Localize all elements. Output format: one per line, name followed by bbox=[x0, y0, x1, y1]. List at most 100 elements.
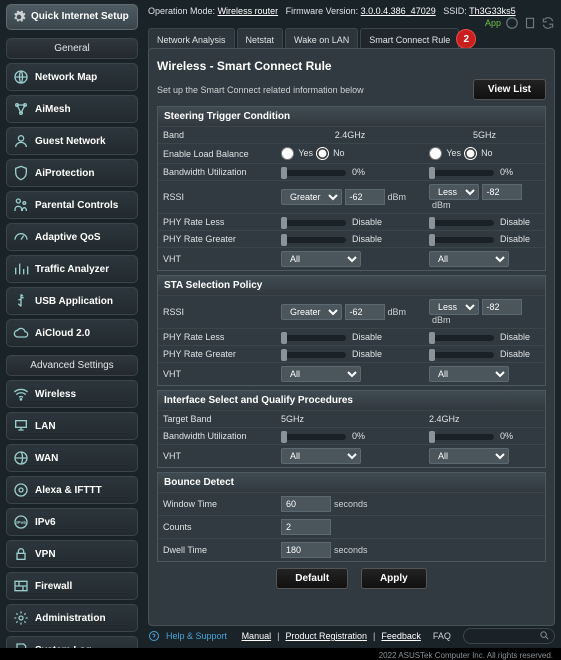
voice-icon bbox=[13, 482, 29, 498]
firewall-icon bbox=[13, 578, 29, 594]
iface-vht-24[interactable]: All bbox=[281, 448, 361, 464]
elb-24-yes[interactable]: Yes bbox=[281, 148, 313, 158]
rssi-24-val[interactable]: -62 bbox=[345, 189, 385, 205]
sta-phygreat-5[interactable] bbox=[429, 352, 494, 358]
sidebar-item-adaptive-qos[interactable]: Adaptive QoS bbox=[6, 223, 138, 251]
sta-rssi-24-op[interactable]: Greater bbox=[281, 304, 342, 320]
wifi-icon bbox=[13, 386, 29, 402]
sidebar-item-aimesh[interactable]: AiMesh bbox=[6, 95, 138, 123]
elb-5-no[interactable]: No bbox=[464, 148, 493, 158]
help-support-link[interactable]: Help & Support bbox=[166, 631, 227, 641]
faq-label: FAQ bbox=[433, 631, 451, 641]
panel-bounce: Bounce Detect Window Time60seconds Count… bbox=[157, 472, 546, 562]
mesh-icon bbox=[13, 101, 29, 117]
apply-button[interactable]: Apply bbox=[361, 568, 427, 589]
elb-24-no[interactable]: No bbox=[316, 148, 345, 158]
dwell-time-input[interactable]: 180 bbox=[281, 542, 331, 558]
svg-text:IPv6: IPv6 bbox=[16, 520, 26, 525]
app-link[interactable]: App bbox=[485, 18, 501, 28]
vht-5[interactable]: All bbox=[429, 251, 509, 267]
globe-icon bbox=[13, 450, 29, 466]
phyless-5-slider[interactable] bbox=[429, 220, 494, 226]
ssid-link[interactable]: Th3G33ks5 bbox=[469, 6, 516, 16]
callout-badge-2: 2 bbox=[456, 29, 476, 49]
sidebar-item-usb-application[interactable]: USB Application bbox=[6, 287, 138, 315]
sta-phyless-5[interactable] bbox=[429, 335, 494, 341]
fw-link[interactable]: 3.0.0.4.386_47029 bbox=[361, 6, 436, 16]
iface-bu-5[interactable] bbox=[429, 434, 494, 440]
sidebar-item-guest-network[interactable]: Guest Network bbox=[6, 127, 138, 155]
cloud-icon bbox=[13, 325, 29, 341]
sta-rssi-5-val[interactable]: -82 bbox=[482, 299, 522, 315]
quick-internet-setup[interactable]: Quick Internet Setup bbox=[6, 4, 138, 30]
panel-sta: STA Selection Policy RSSI Greater -62dBm… bbox=[157, 275, 546, 386]
sidebar-item-parental-controls[interactable]: Parental Controls bbox=[6, 191, 138, 219]
sidebar-item-administration[interactable]: Administration bbox=[6, 604, 138, 632]
view-list-button[interactable]: View List bbox=[473, 79, 546, 100]
chart-icon bbox=[13, 261, 29, 277]
admin-icon bbox=[13, 610, 29, 626]
panel-interface: Interface Select and Qualify Procedures … bbox=[157, 390, 546, 468]
lan-icon bbox=[13, 418, 29, 434]
sta-rssi-24-val[interactable]: -62 bbox=[345, 304, 385, 320]
panel-steering: Steering Trigger Condition Band2.4GHz5GH… bbox=[157, 106, 546, 271]
sidebar-item-aicloud[interactable]: AiCloud 2.0 bbox=[6, 319, 138, 347]
counts-input[interactable]: 2 bbox=[281, 519, 331, 535]
section-general: General bbox=[6, 38, 138, 59]
manual-link[interactable]: Manual bbox=[242, 631, 272, 641]
help-bar: Help & Support Manual | Product Registra… bbox=[148, 628, 555, 644]
usb-icon bbox=[13, 293, 29, 309]
sta-phygreat-24[interactable] bbox=[281, 352, 346, 358]
sidebar-item-system-log[interactable]: System Log bbox=[6, 636, 138, 648]
phygreat-5-slider[interactable] bbox=[429, 237, 494, 243]
elb-5-yes[interactable]: Yes bbox=[429, 148, 461, 158]
sidebar-item-wireless[interactable]: Wireless bbox=[6, 380, 138, 408]
panel-steering-header: Steering Trigger Condition bbox=[158, 107, 545, 126]
feedback-link[interactable]: Feedback bbox=[381, 631, 421, 641]
help-icon bbox=[148, 630, 160, 642]
sidebar-item-wan[interactable]: WAN bbox=[6, 444, 138, 472]
rssi-5-op[interactable]: Less bbox=[429, 184, 479, 200]
log-icon bbox=[13, 642, 29, 648]
page-title: Wireless - Smart Connect Rule bbox=[157, 59, 546, 73]
product-reg-link[interactable]: Product Registration bbox=[285, 631, 367, 641]
op-mode-link[interactable]: Wireless router bbox=[218, 6, 279, 16]
sidebar-item-ipv6[interactable]: IPv6IPv6 bbox=[6, 508, 138, 536]
topbar: Operation Mode: Wireless router Firmware… bbox=[148, 6, 555, 30]
ipv6-icon: IPv6 bbox=[13, 514, 29, 530]
window-time-input[interactable]: 60 bbox=[281, 496, 331, 512]
bu-5-slider[interactable] bbox=[429, 170, 494, 176]
sta-rssi-5-op[interactable]: Less bbox=[429, 299, 479, 315]
iface-bu-24[interactable] bbox=[281, 434, 346, 440]
sidebar-item-alexa-ifttt[interactable]: Alexa & IFTTT bbox=[6, 476, 138, 504]
rssi-24-op[interactable]: Greater bbox=[281, 189, 342, 205]
page-desc: Set up the Smart Connect related informa… bbox=[157, 85, 364, 95]
sidebar-item-traffic-analyzer[interactable]: Traffic Analyzer bbox=[6, 255, 138, 283]
bu-24-slider[interactable] bbox=[281, 170, 346, 176]
search-icon bbox=[539, 630, 550, 641]
rssi-5-val[interactable]: -82 bbox=[482, 184, 522, 200]
iface-vht-5[interactable]: All bbox=[429, 448, 509, 464]
main-panel: Wireless - Smart Connect Rule Set up the… bbox=[148, 48, 555, 626]
section-advanced: Advanced Settings bbox=[6, 355, 138, 376]
lock-icon bbox=[13, 546, 29, 562]
sta-vht-5[interactable]: All bbox=[429, 366, 509, 382]
sta-vht-24[interactable]: All bbox=[281, 366, 361, 382]
vht-24[interactable]: All bbox=[281, 251, 361, 267]
sidebar-item-vpn[interactable]: VPN bbox=[6, 540, 138, 568]
faq-search-input[interactable] bbox=[463, 628, 555, 644]
sidebar-item-network-map[interactable]: Network Map bbox=[6, 63, 138, 91]
default-button[interactable]: Default bbox=[276, 568, 348, 589]
phyless-24-slider[interactable] bbox=[281, 220, 346, 226]
sta-phyless-24[interactable] bbox=[281, 335, 346, 341]
globe-icon bbox=[13, 69, 29, 85]
user-icon bbox=[13, 133, 29, 149]
shield-icon bbox=[13, 165, 29, 181]
family-icon bbox=[13, 197, 29, 213]
gauge-icon bbox=[13, 229, 29, 245]
phygreat-24-slider[interactable] bbox=[281, 237, 346, 243]
sidebar-item-firewall[interactable]: Firewall bbox=[6, 572, 138, 600]
copyright: 2022 ASUSTek Computer Inc. All rights re… bbox=[379, 651, 553, 660]
sidebar-item-aiprotection[interactable]: AiProtection bbox=[6, 159, 138, 187]
sidebar-item-lan[interactable]: LAN bbox=[6, 412, 138, 440]
